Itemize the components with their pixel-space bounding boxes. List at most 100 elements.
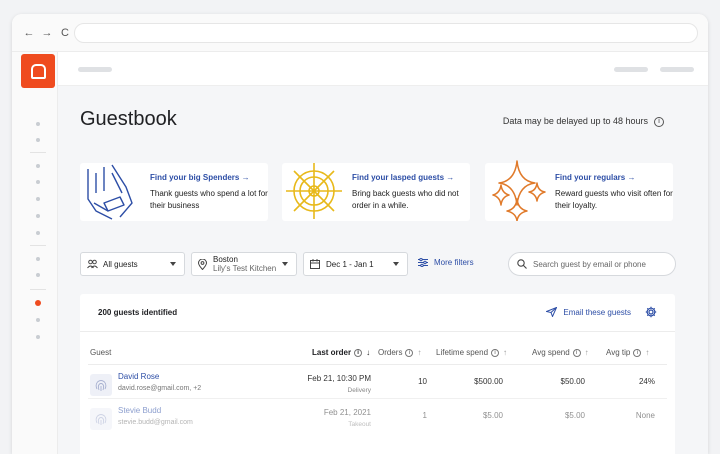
page-title: Guestbook	[80, 108, 177, 130]
panel-divider	[80, 331, 675, 332]
chevron-down-icon	[393, 262, 399, 266]
email-guests-button[interactable]: Email these guests	[546, 307, 631, 317]
avatar	[90, 374, 112, 396]
card-title[interactable]: Find your lasped guests →	[352, 173, 454, 182]
orders-count: 1	[422, 411, 427, 420]
info-icon[interactable]: i	[572, 348, 581, 357]
forward-button[interactable]: →	[40, 26, 54, 40]
guest-email: stevie.budd@gmail.com	[118, 419, 193, 426]
lifetime-spend: $5.00	[482, 411, 503, 420]
nav-item[interactable]	[36, 318, 40, 322]
nav-item-guestbook[interactable]	[35, 300, 41, 306]
column-header-avg-tip[interactable]: Avg tip i ↑	[606, 348, 649, 357]
gear-icon[interactable]	[645, 306, 657, 318]
hand-card-art-icon	[87, 164, 133, 220]
logo-mark-icon	[30, 63, 46, 79]
sort-desc-icon[interactable]: ↓	[366, 348, 370, 357]
reload-button[interactable]: C	[58, 26, 72, 40]
nav-item[interactable]	[36, 164, 40, 168]
left-nav-rail	[12, 52, 58, 454]
more-filters-button[interactable]: More filters	[418, 258, 474, 267]
location-value: Boston Lily's Test Kitchen	[213, 255, 276, 273]
row-divider	[88, 398, 667, 399]
sort-icon[interactable]: ↑	[645, 348, 649, 357]
guest-count: 200 guests identified	[98, 308, 178, 317]
info-icon[interactable]: i	[633, 348, 642, 357]
column-header-avg-tip-label: Avg tip	[606, 348, 631, 357]
email-guests-label: Email these guests	[563, 307, 631, 317]
guest-type-value: All guests	[103, 259, 138, 269]
guest-search-box[interactable]	[508, 252, 676, 276]
table-row[interactable]: Stevie Budd stevie.budd@gmail.com Feb 21…	[88, 402, 667, 434]
search-icon	[517, 259, 527, 269]
info-icon[interactable]: i	[654, 116, 664, 127]
more-filters-label: More filters	[434, 258, 474, 267]
nav-item[interactable]	[36, 138, 40, 142]
column-header-avg-spend[interactable]: Avg spend i ↑	[532, 348, 589, 357]
avg-spend: $5.00	[564, 411, 585, 420]
guest-name[interactable]: Stevie Budd	[118, 406, 161, 415]
date-range-dropdown[interactable]: Dec 1 - Jan 1	[303, 252, 408, 276]
nav-item[interactable]	[36, 214, 40, 218]
header-placeholder	[614, 67, 648, 72]
column-header-last-order-label: Last order	[312, 348, 352, 357]
nav-divider	[30, 152, 46, 153]
location-dropdown[interactable]: Boston Lily's Test Kitchen	[191, 252, 297, 276]
column-header-lifetime-spend[interactable]: Lifetime spend i ↑	[436, 348, 507, 357]
send-icon	[546, 307, 558, 317]
avg-spend: $50.00	[560, 377, 585, 386]
data-delay-note: Data may be delayed up to 48 hours i	[503, 116, 664, 127]
header-placeholder	[78, 67, 112, 72]
location-name: Lily's Test Kitchen	[213, 264, 277, 273]
table-row[interactable]: David Rose david.rose@gmail.com, +2 Feb …	[88, 368, 667, 400]
order-type: Delivery	[347, 387, 371, 394]
info-icon[interactable]: i	[354, 348, 363, 357]
top-header	[58, 52, 708, 86]
sliders-icon	[418, 258, 428, 267]
info-icon[interactable]: i	[491, 348, 500, 357]
card-title[interactable]: Find your big Spenders →	[150, 173, 250, 182]
card-description: Bring back guests who did not order in a…	[352, 189, 459, 210]
address-bar[interactable]	[74, 23, 698, 43]
column-header-last-order[interactable]: Last order i ↓	[312, 348, 370, 357]
nav-item[interactable]	[36, 180, 40, 184]
card-description: Thank guests who spend a lot for their b…	[150, 189, 268, 210]
card-title[interactable]: Find your regulars →	[555, 173, 635, 182]
card-description: Reward guests who visit often for their …	[555, 189, 673, 210]
nav-divider	[30, 245, 46, 246]
data-delay-text: Data may be delayed up to 48 hours	[502, 116, 648, 126]
browser-toolbar: ← → C	[12, 14, 708, 52]
date-range-value: Dec 1 - Jan 1	[326, 259, 374, 269]
avatar	[90, 408, 112, 430]
chevron-down-icon	[170, 262, 176, 266]
guest-name[interactable]: David Rose	[118, 372, 159, 381]
big-spenders-card[interactable]: Find your big Spenders → Thank guests wh…	[80, 163, 268, 221]
column-header-orders[interactable]: Orders i ↑	[378, 348, 421, 357]
guest-table-panel: 200 guests identified Email these guests…	[80, 294, 675, 454]
last-order-date: Feb 21, 2021	[323, 408, 371, 417]
sort-icon[interactable]: ↑	[585, 348, 589, 357]
nav-item[interactable]	[36, 335, 40, 339]
column-header-lifetime-spend-label: Lifetime spend	[436, 348, 489, 357]
info-icon[interactable]: i	[405, 348, 414, 357]
back-button[interactable]: ←	[22, 26, 36, 40]
nav-item[interactable]	[36, 197, 40, 201]
regulars-card[interactable]: Find your regulars → Reward guests who v…	[485, 160, 673, 221]
column-header-guest-label: Guest	[90, 348, 112, 357]
nav-item[interactable]	[36, 257, 40, 261]
app-logo[interactable]	[21, 54, 55, 88]
guest-type-dropdown[interactable]: All guests	[80, 252, 185, 276]
order-type: Takeout	[348, 421, 371, 428]
sort-icon[interactable]: ↑	[417, 348, 421, 357]
search-input[interactable]	[533, 259, 663, 269]
ship-wheel-art-icon	[286, 163, 342, 219]
lifetime-spend: $500.00	[474, 377, 503, 386]
sort-icon[interactable]: ↑	[503, 348, 507, 357]
chevron-down-icon	[282, 262, 288, 266]
column-header-guest: Guest	[90, 348, 111, 357]
calendar-icon	[310, 259, 320, 269]
nav-item[interactable]	[36, 122, 40, 126]
nav-item[interactable]	[36, 231, 40, 235]
lapsed-guests-card[interactable]: Find your lasped guests → Bring back gue…	[282, 163, 470, 221]
nav-item[interactable]	[36, 273, 40, 277]
